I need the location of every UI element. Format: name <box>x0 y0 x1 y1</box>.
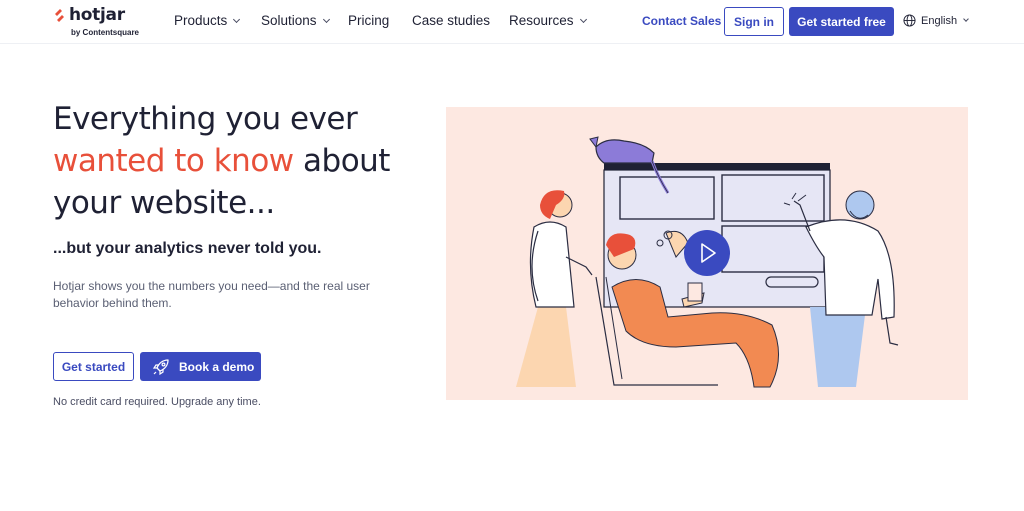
contact-sales-link[interactable]: Contact Sales <box>642 14 721 28</box>
nav-item-resources[interactable]: Resources <box>509 13 587 28</box>
book-demo-button[interactable]: Book a demo <box>140 352 261 381</box>
chevron-down-icon <box>579 15 587 23</box>
nav-item-label: Case studies <box>412 13 491 28</box>
language-selector[interactable]: English <box>903 14 969 27</box>
hero-title: Everything you ever wanted to know about… <box>53 98 433 224</box>
nav-item-products[interactable]: Products <box>174 13 241 28</box>
chevron-down-icon <box>963 16 969 22</box>
nav-item-case-studies[interactable]: Case studies <box>412 13 490 28</box>
nav-item-label: Solutions <box>261 13 317 28</box>
hero-title-after-accent: about <box>303 143 390 179</box>
hotjar-logo[interactable]: hotjar by Contentsquare <box>53 5 153 39</box>
nav-item-label: Pricing <box>348 13 390 28</box>
get-started-free-button[interactable]: Get started free <box>789 7 894 36</box>
hero-description: Hotjar shows you the numbers you need—an… <box>53 279 370 310</box>
nav-item-solutions[interactable]: Solutions <box>261 13 330 28</box>
play-video-button[interactable] <box>684 230 730 276</box>
chevron-down-icon <box>233 15 241 23</box>
book-demo-label: Book a demo <box>179 359 255 374</box>
get-started-button[interactable]: Get started <box>53 352 134 381</box>
top-navigation: hotjar by Contentsquare Products Solutio… <box>0 0 1024 44</box>
language-label: English <box>921 14 958 27</box>
rocket-icon <box>152 358 169 375</box>
hero-title-line3: your website... <box>53 185 275 221</box>
nav-item-label: Resources <box>509 13 574 28</box>
no-credit-card-note: No credit card required. Upgrade any tim… <box>53 396 261 408</box>
hero-title-accent: wanted to know <box>53 143 294 179</box>
nav-item-pricing[interactable]: Pricing <box>348 13 389 28</box>
brand-name: hotjar <box>69 5 125 25</box>
globe-icon <box>903 14 916 27</box>
brand-tagline: by Contentsquare <box>71 28 140 37</box>
woman-standing-illustration <box>516 190 593 387</box>
hotjar-flame-icon <box>55 9 64 22</box>
hero-illustration <box>446 107 968 400</box>
illustration-artwork <box>516 136 899 388</box>
hero-subtitle: ...but your analytics never told you. <box>53 240 322 257</box>
sign-in-button[interactable]: Sign in <box>724 7 784 36</box>
nav-item-label: Products <box>174 13 228 28</box>
chevron-down-icon <box>322 15 330 23</box>
hero-title-line1: Everything you ever <box>53 101 358 137</box>
